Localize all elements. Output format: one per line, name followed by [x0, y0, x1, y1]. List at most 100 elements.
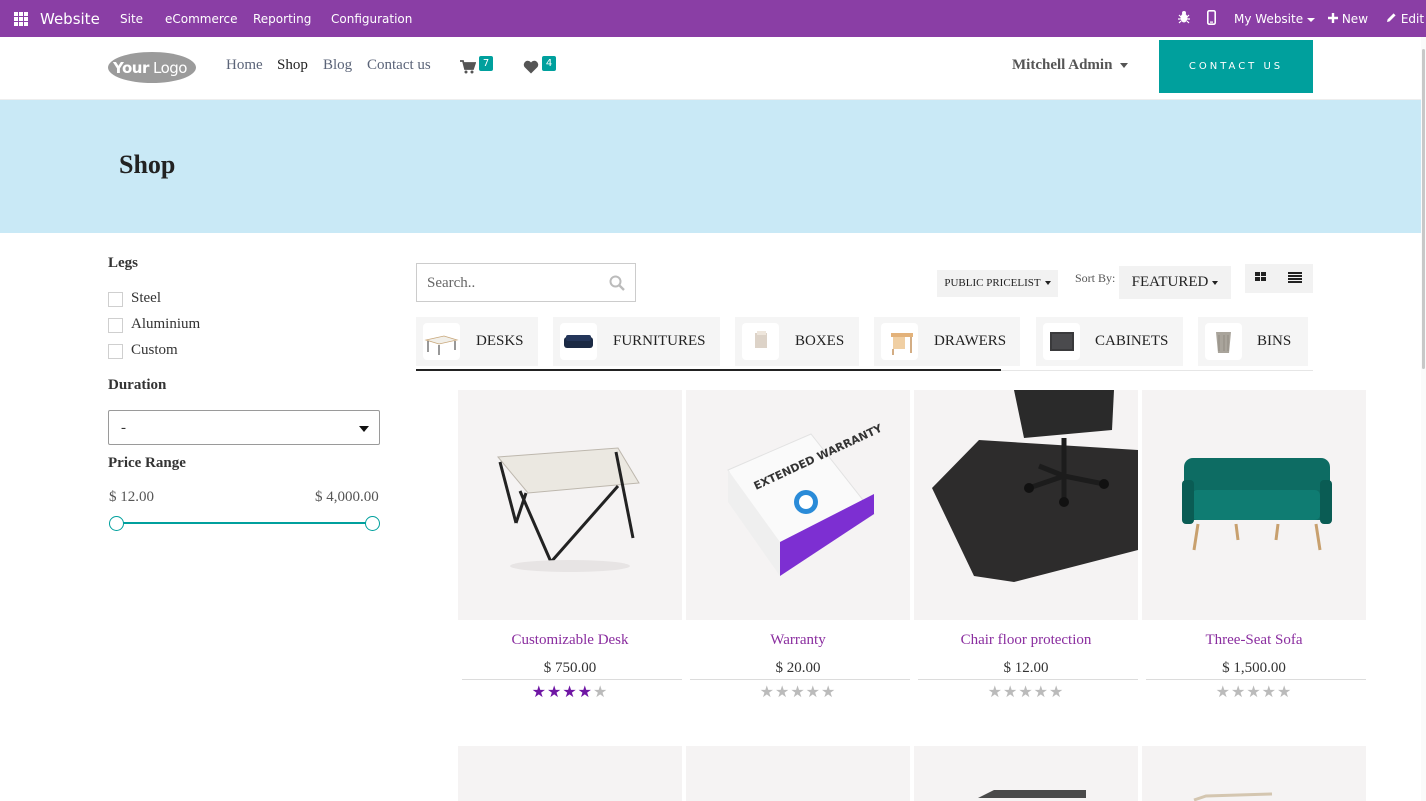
product-image[interactable]: [458, 390, 682, 620]
menu-site[interactable]: Site: [120, 12, 143, 26]
category-label: FURNITURES: [613, 333, 706, 349]
divider: [918, 679, 1138, 680]
legs-filter-title: Legs: [108, 255, 138, 271]
star-icon: ★: [790, 682, 806, 701]
website-selector[interactable]: My Website: [1234, 12, 1316, 26]
nav-home[interactable]: Home: [226, 57, 263, 74]
star-icon: ★: [546, 682, 563, 701]
category-drawers[interactable]: DRAWERS: [874, 317, 1020, 366]
cabinet-thumbnail: [1043, 323, 1080, 360]
star-icon: ★: [1002, 682, 1019, 701]
product-image[interactable]: [1142, 390, 1366, 620]
product-card-partial[interactable]: [458, 746, 682, 801]
scrollbar-thumb[interactable]: [1422, 49, 1425, 369]
mobile-preview-icon[interactable]: [1207, 10, 1217, 28]
category-boxes[interactable]: BOXES: [735, 317, 859, 366]
star-icon: ★: [1230, 682, 1247, 701]
nav-contact-us[interactable]: Contact us: [367, 57, 431, 74]
page-title: Shop: [119, 150, 176, 179]
menu-reporting[interactable]: Reporting: [253, 12, 311, 26]
category-furnitures[interactable]: FURNITURES: [553, 317, 720, 366]
product-card[interactable]: Chair floor protection $ 12.00 ★★★★★: [914, 390, 1138, 710]
pencil-icon: [1387, 13, 1396, 22]
site-header: Your Logo Home Shop Blog Contact us 7 4 …: [0, 37, 1426, 100]
sort-dropdown[interactable]: FEATURED: [1119, 266, 1231, 299]
category-label: CABINETS: [1095, 333, 1169, 349]
product-price: $ 750.00: [543, 660, 597, 676]
menu-ecommerce[interactable]: eCommerce: [165, 12, 238, 26]
app-name[interactable]: Website: [40, 10, 100, 28]
divider: [690, 679, 910, 680]
svg-text:Logo: Logo: [153, 59, 187, 77]
product-card-partial[interactable]: [914, 746, 1138, 801]
wishlist-count-badge: 4: [542, 56, 556, 71]
product-name[interactable]: Warranty: [686, 632, 910, 649]
shopping-cart-icon: [460, 60, 476, 74]
nav-blog[interactable]: Blog: [323, 57, 352, 74]
price-max-label: $ 4,000.00: [315, 489, 379, 505]
product-card[interactable]: Three-Seat Sofa $ 1,500.00 ★★★★★: [1142, 390, 1366, 710]
bin-thumbnail: [1205, 323, 1242, 360]
checkbox[interactable]: [108, 318, 123, 333]
star-icon: ★: [577, 682, 594, 701]
user-menu[interactable]: Mitchell Admin: [1012, 57, 1129, 74]
page-scrollbar[interactable]: [1421, 37, 1426, 801]
caret-down-icon: [1212, 280, 1219, 285]
svg-text:Your: Your: [112, 59, 150, 77]
product-name[interactable]: Three-Seat Sofa: [1142, 632, 1366, 649]
category-cabinets[interactable]: CABINETS: [1036, 317, 1183, 366]
search-icon[interactable]: [609, 275, 625, 291]
duration-select[interactable]: -: [108, 410, 380, 445]
caret-down-icon: [1044, 281, 1051, 286]
price-range-title: Price Range: [108, 455, 186, 471]
apps-grid-icon[interactable]: [14, 12, 28, 26]
category-bins[interactable]: BINS: [1198, 317, 1308, 366]
product-image[interactable]: EXTENDED WARRANTY: [686, 390, 910, 620]
admin-topbar: Website Site eCommerce Reporting Configu…: [0, 0, 1426, 37]
debug-bug-icon[interactable]: [1178, 10, 1190, 27]
contact-us-button[interactable]: CONTACT US: [1159, 40, 1313, 93]
list-view-icon[interactable]: [1288, 272, 1302, 284]
product-card-partial[interactable]: [686, 746, 910, 801]
menu-configuration[interactable]: Configuration: [331, 12, 412, 26]
caret-down-icon: [1120, 63, 1129, 69]
legs-option-label: Custom: [131, 342, 178, 358]
product-card[interactable]: Customizable Desk $ 750.00 ★★★★★: [458, 390, 682, 710]
product-card[interactable]: EXTENDED WARRANTY Warranty $ 20.00 ★★★★★: [686, 390, 910, 710]
price-range-min-handle[interactable]: [108, 516, 124, 531]
product-name[interactable]: Customizable Desk: [458, 632, 682, 649]
star-icon: ★: [1049, 682, 1065, 701]
dropdown-arrow-icon: [359, 426, 369, 432]
category-label: DRAWERS: [934, 333, 1007, 349]
nav-shop[interactable]: Shop: [277, 57, 308, 74]
new-button[interactable]: New: [1328, 12, 1368, 26]
duration-filter-title: Duration: [108, 377, 167, 393]
pricelist-label: PUBLIC PRICELIST: [944, 277, 1041, 289]
category-label: DESKS: [476, 333, 524, 349]
edit-label: Edit: [1400, 12, 1425, 26]
page-banner: Shop: [0, 100, 1426, 233]
checkbox[interactable]: [108, 344, 123, 359]
divider: [462, 679, 682, 680]
edit-button[interactable]: Edit: [1386, 12, 1424, 26]
star-icon: ★: [1018, 682, 1034, 701]
product-image[interactable]: [914, 390, 1138, 620]
divider: [1146, 679, 1366, 680]
grid-view-icon[interactable]: [1255, 272, 1267, 282]
category-label: BOXES: [795, 333, 845, 349]
category-label: BINS: [1257, 333, 1292, 349]
pricelist-dropdown[interactable]: PUBLIC PRICELIST: [937, 270, 1058, 297]
price-range-max-handle[interactable]: [364, 516, 380, 531]
price-min-label: $ 12.00: [109, 489, 154, 505]
price-range-track[interactable]: [116, 522, 372, 524]
product-search[interactable]: Search..: [416, 263, 636, 302]
category-active-underline: [416, 369, 1001, 371]
star-icon: ★: [805, 682, 822, 701]
product-name[interactable]: Chair floor protection: [914, 632, 1138, 649]
heart-icon: [523, 60, 539, 74]
desk-thumbnail: [423, 323, 460, 360]
site-logo[interactable]: Your Logo: [107, 51, 197, 84]
category-desks[interactable]: DESKS: [416, 317, 538, 366]
checkbox[interactable]: [108, 292, 123, 307]
product-card-partial[interactable]: [1142, 746, 1366, 801]
